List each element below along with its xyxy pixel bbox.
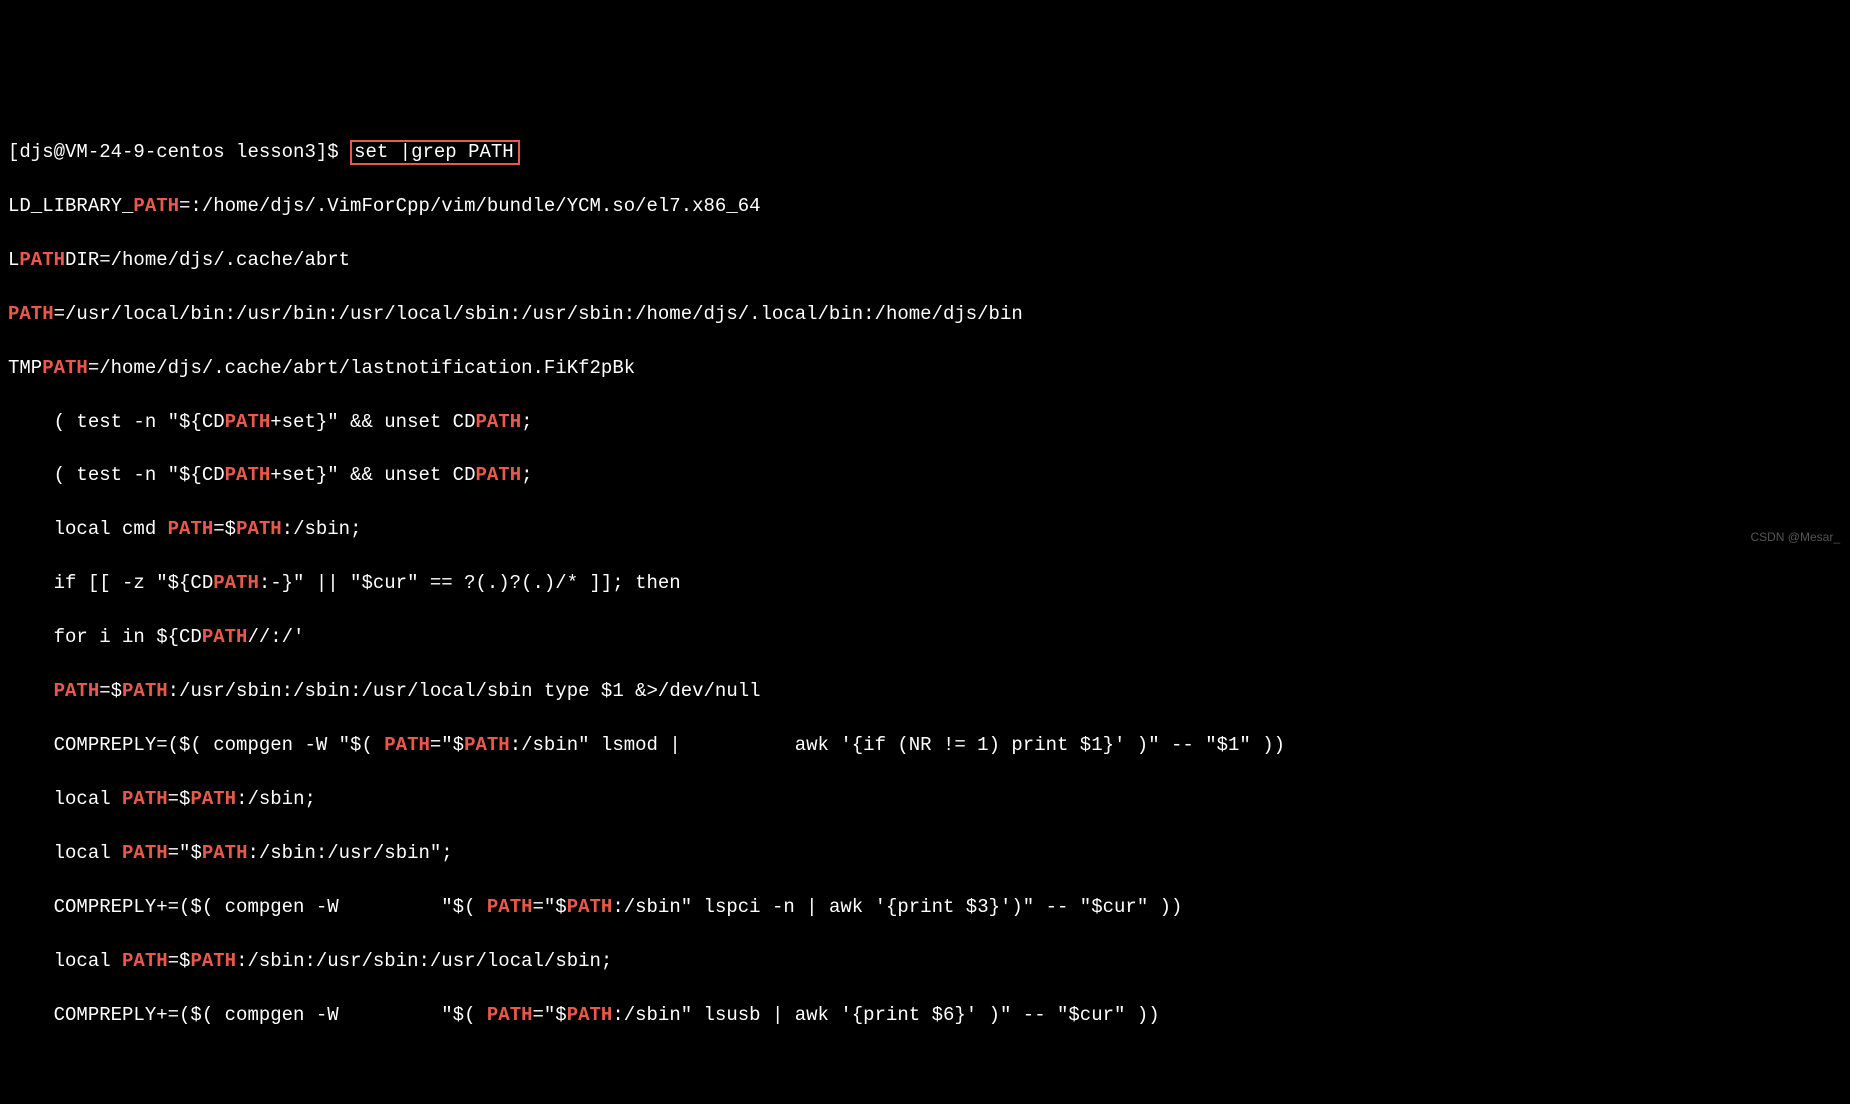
- grep-match: PATH: [168, 518, 214, 540]
- grep-match: PATH: [236, 518, 282, 540]
- grep-match: PATH: [464, 734, 510, 756]
- grep-match: PATH: [19, 249, 65, 271]
- grep-match: PATH: [384, 734, 430, 756]
- watermark: CSDN @Mesar_: [1750, 529, 1840, 546]
- grep-match: PATH: [202, 842, 248, 864]
- output-line: local cmd PATH=$PATH:/sbin;: [8, 516, 1842, 543]
- output-line: LD_LIBRARY_PATH=:/home/djs/.VimForCpp/vi…: [8, 193, 1842, 220]
- grep-match: PATH: [190, 950, 236, 972]
- grep-match: PATH: [54, 680, 100, 702]
- grep-match: PATH: [133, 195, 179, 217]
- output-line: COMPREPLY+=($( compgen -W "$( PATH="$PAT…: [8, 1002, 1842, 1029]
- grep-match: PATH: [122, 842, 168, 864]
- grep-match: PATH: [190, 788, 236, 810]
- grep-match: PATH: [487, 896, 533, 918]
- output-line: PATH=$PATH:/usr/sbin:/sbin:/usr/local/sb…: [8, 678, 1842, 705]
- output-line: if [[ -z "${CDPATH:-}" || "$cur" == ?(.)…: [8, 570, 1842, 597]
- grep-match: PATH: [122, 788, 168, 810]
- output-line: LPATHDIR=/home/djs/.cache/abrt: [8, 247, 1842, 274]
- grep-match: PATH: [567, 1004, 613, 1026]
- grep-match: PATH: [475, 411, 521, 433]
- output-line: TMPPATH=/home/djs/.cache/abrt/lastnotifi…: [8, 355, 1842, 382]
- cmd-text-arg: PATH: [468, 141, 514, 163]
- output-line: local PATH=$PATH:/sbin:/usr/sbin:/usr/lo…: [8, 948, 1842, 975]
- grep-match: PATH: [122, 680, 168, 702]
- grep-match: PATH: [8, 303, 54, 325]
- output-line: ( test -n "${CDPATH+set}" && unset CDPAT…: [8, 409, 1842, 436]
- shell-prompt: [djs@VM-24-9-centos lesson3]$: [8, 141, 350, 163]
- grep-match: PATH: [475, 464, 521, 486]
- grep-match: PATH: [202, 626, 248, 648]
- command-highlight-box: set |grep PATH: [350, 140, 520, 165]
- output-line: local PATH=$PATH:/sbin;: [8, 786, 1842, 813]
- output-line: COMPREPLY=($( compgen -W "$( PATH="$PATH…: [8, 732, 1842, 759]
- prompt-line: [djs@VM-24-9-centos lesson3]$ set |grep …: [8, 139, 1842, 166]
- output-line: ( test -n "${CDPATH+set}" && unset CDPAT…: [8, 462, 1842, 489]
- grep-match: PATH: [225, 411, 271, 433]
- output-line: PATH=/usr/local/bin:/usr/bin:/usr/local/…: [8, 301, 1842, 328]
- grep-match: PATH: [122, 950, 168, 972]
- grep-match: PATH: [213, 572, 259, 594]
- output-line: local PATH="$PATH:/sbin:/usr/sbin";: [8, 840, 1842, 867]
- grep-match: PATH: [567, 896, 613, 918]
- output-line: for i in ${CDPATH//:/': [8, 624, 1842, 651]
- grep-match: PATH: [225, 464, 271, 486]
- output-line: COMPREPLY+=($( compgen -W "$( PATH="$PAT…: [8, 894, 1842, 921]
- grep-match: PATH: [42, 357, 88, 379]
- grep-match: PATH: [487, 1004, 533, 1026]
- terminal-output[interactable]: [djs@VM-24-9-centos lesson3]$ set |grep …: [8, 112, 1842, 1056]
- cmd-text: set |grep: [354, 141, 468, 163]
